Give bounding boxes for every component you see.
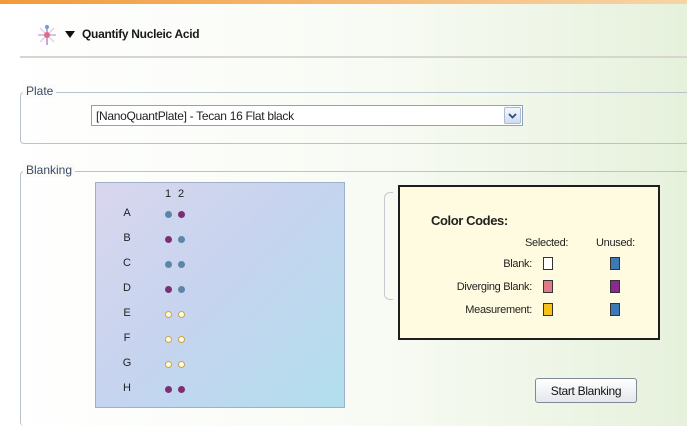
row-label: F	[123, 332, 131, 344]
swatch-diverging-unused	[610, 280, 620, 293]
swatch-blank-unused	[610, 257, 620, 270]
color-codes-title: Color Codes:	[431, 213, 508, 228]
well-f1[interactable]	[165, 336, 172, 343]
legend-label-diverging-blank: Diverging Blank:	[456, 281, 533, 293]
well-d2[interactable]	[178, 286, 185, 293]
well-g2[interactable]	[178, 361, 185, 368]
legend-label-measurement: Measurement:	[465, 304, 532, 316]
well-c1[interactable]	[165, 261, 172, 268]
swatch-measurement-selected	[543, 303, 553, 316]
well-h2[interactable]	[178, 386, 185, 393]
column-label: 2	[177, 188, 185, 200]
selected-column-header: Selected:	[525, 237, 569, 249]
well-b2[interactable]	[178, 236, 185, 243]
row-label: C	[123, 257, 131, 269]
dna-tool-icon	[38, 25, 56, 45]
well-a1[interactable]	[165, 211, 172, 218]
section-title: Quantify Nucleic Acid	[82, 27, 200, 41]
section-header: Quantify Nucleic Acid	[0, 4, 687, 59]
color-codes-panel: Color Codes: Selected: Unused: Blank: Di…	[398, 185, 660, 340]
header-divider	[20, 56, 687, 58]
row-label: D	[123, 282, 131, 294]
legend-label-blank: Blank:	[503, 258, 532, 270]
row-label: G	[122, 357, 132, 369]
well-e1[interactable]	[165, 311, 172, 318]
blanking-group-label: Blanking	[23, 163, 76, 177]
chevron-down-icon	[508, 113, 517, 119]
plate-group-label: Plate	[23, 84, 57, 98]
well-d1[interactable]	[165, 286, 172, 293]
swatch-measurement-unused	[610, 303, 620, 316]
plate-select-value: [NanoQuantPlate] - Tecan 16 Flat black	[96, 109, 294, 123]
row-label: B	[123, 232, 131, 244]
row-label: A	[123, 207, 131, 219]
collapse-triangle-icon[interactable]	[64, 28, 76, 40]
swatch-blank-selected	[543, 257, 553, 270]
plate-select-dropdown-button[interactable]	[504, 107, 521, 124]
well-b1[interactable]	[165, 236, 172, 243]
plate-select[interactable]: [NanoQuantPlate] - Tecan 16 Flat black	[91, 105, 523, 126]
well-c2[interactable]	[178, 261, 185, 268]
start-blanking-button[interactable]: Start Blanking	[535, 378, 637, 403]
swatch-diverging-selected	[543, 280, 553, 293]
column-label: 1	[164, 188, 172, 200]
unused-column-header: Unused:	[596, 237, 635, 249]
well-a2[interactable]	[178, 211, 185, 218]
row-label: H	[123, 382, 131, 394]
well-g1[interactable]	[165, 361, 172, 368]
plate-layout[interactable]: 1 2 A B C D E F G H	[95, 182, 345, 408]
well-f2[interactable]	[178, 336, 185, 343]
well-e2[interactable]	[178, 311, 185, 318]
well-h1[interactable]	[165, 386, 172, 393]
row-label: E	[123, 307, 131, 319]
panel-divider	[384, 192, 393, 300]
